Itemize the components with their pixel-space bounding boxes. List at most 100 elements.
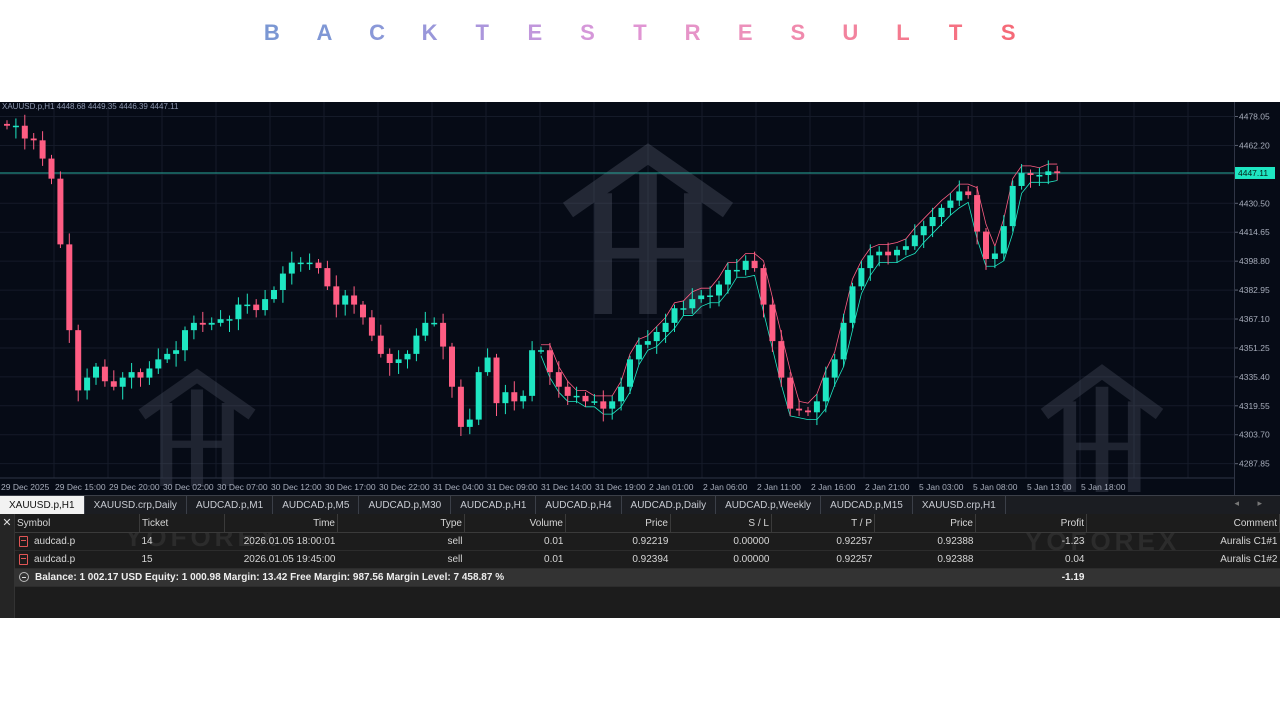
candle-body: [902, 246, 909, 250]
candle-body: [1036, 175, 1043, 177]
cell-type: sell: [337, 532, 465, 551]
candle-body: [422, 322, 429, 336]
candle-body: [840, 322, 847, 360]
candle-body: [404, 353, 411, 360]
cell-time: 2026.01.05 18:00:01: [224, 532, 338, 551]
time-axis-label: 5 Jan 03:00: [919, 482, 964, 492]
table-row[interactable]: audcad.p 14 2026.01.05 18:00:01 sell 0.01 0.9…: [15, 532, 1280, 551]
candle-body: [751, 260, 758, 269]
candle-body: [813, 401, 820, 413]
candle-body: [93, 366, 99, 378]
chart-tab[interactable]: AUDCAD.p,M30: [359, 496, 452, 514]
candle-body: [208, 322, 215, 325]
col-profit[interactable]: Profit: [975, 514, 1087, 533]
candle-body: [956, 191, 963, 201]
col-symbol[interactable]: Symbol: [15, 514, 140, 533]
time-axis-label: 31 Dec 14:00: [541, 482, 592, 492]
candle-body: [618, 386, 625, 402]
chart-canvas[interactable]: 29 Dec 2025 29 Dec 15:00 29 Dec 20:00 30 De…: [0, 102, 1280, 495]
title-letter: A: [316, 20, 333, 45]
time-axis-label: 2 Jan 16:00: [811, 482, 856, 492]
time-axis-label: 29 Dec 15:00: [55, 482, 106, 492]
cell-comment: Auralis C1#1: [1086, 532, 1280, 551]
col-tp[interactable]: T / P: [771, 514, 875, 533]
col-type[interactable]: Type: [337, 514, 465, 533]
candle-body: [199, 322, 206, 325]
candle-body: [520, 395, 527, 402]
trade-terminal: ✕ YOFOREX YOFOREX Symbol Ticket Time Typ…: [0, 514, 1280, 618]
candle-body: [84, 377, 91, 391]
col-price[interactable]: Price: [565, 514, 671, 533]
col-current-price[interactable]: Price: [874, 514, 976, 533]
time-axis-label: 2 Jan 01:00: [649, 482, 694, 492]
time-axis-label: 5 Jan 13:00: [1027, 482, 1072, 492]
cell-time: 2026.01.05 19:45:00: [224, 550, 338, 569]
title-letter: C: [369, 20, 385, 45]
time-axis-label: 2 Jan 11:00: [757, 482, 801, 492]
candle-body: [983, 231, 989, 259]
candle-body: [653, 331, 660, 342]
chart-tab[interactable]: XAUUSD.p,H1: [0, 496, 85, 514]
chart-tab[interactable]: AUDCAD.p,M15: [821, 496, 913, 514]
candle-body: [253, 304, 260, 311]
price-scale[interactable]: [1234, 102, 1280, 495]
title-letter: S: [580, 20, 595, 45]
account-summary-row[interactable]: Balance: 1 002.17 USD Equity: 1 000.98 M…: [15, 568, 1280, 587]
candle-body: [475, 372, 482, 420]
candle-body: [591, 401, 598, 403]
candle-body: [226, 319, 233, 321]
candle-body: [671, 308, 678, 323]
col-sl[interactable]: S / L: [670, 514, 772, 533]
chart-tab[interactable]: AUDCAD.p,M1: [187, 496, 274, 514]
col-comment[interactable]: Comment: [1086, 514, 1280, 533]
candle-body: [182, 330, 188, 351]
candle-body: [288, 262, 295, 274]
candle-body: [1000, 226, 1007, 254]
candle-body: [128, 372, 135, 378]
table-header-row: Symbol Ticket Time Type Volume Price S /…: [15, 514, 1280, 533]
chart-tab[interactable]: AUDCAD.p,Daily: [622, 496, 717, 514]
candle-body: [351, 295, 358, 305]
candle-body: [849, 286, 856, 323]
close-icon[interactable]: ✕: [0, 514, 15, 618]
time-axis-label: 5 Jan 18:00: [1081, 482, 1126, 492]
order-icon: [19, 535, 28, 547]
candle-body: [386, 353, 393, 364]
candle-body: [262, 299, 269, 311]
cell-symbol-text: audcad.p: [34, 554, 76, 566]
candle-body: [164, 353, 171, 360]
candle-body: [724, 269, 731, 285]
col-time[interactable]: Time: [224, 514, 338, 533]
candle-body: [57, 178, 64, 245]
chart-tab[interactable]: AUDCAD.p,M5: [273, 496, 360, 514]
candle-body: [155, 359, 162, 369]
candle-body: [911, 235, 918, 247]
chart-tab[interactable]: XAUUSD.crp,H1: [913, 496, 1006, 514]
chart-tab[interactable]: AUDCAD.p,Weekly: [716, 496, 822, 514]
cell-current: 0.92388: [874, 532, 976, 551]
account-summary: Balance: 1 002.17 USD Equity: 1 000.98 M…: [15, 568, 976, 587]
tab-scroll-arrows[interactable]: ◂ ▸: [1234, 498, 1270, 509]
order-icon: [19, 553, 28, 565]
price-chart[interactable]: 29 Dec 2025 29 Dec 15:00 29 Dec 20:00 30 De…: [0, 102, 1280, 495]
candle-body: [582, 395, 589, 402]
time-axis-label: 31 Dec 19:00: [595, 482, 646, 492]
candle-body: [244, 304, 251, 307]
candle-body: [538, 350, 544, 352]
cell-volume: 0.01: [464, 532, 566, 551]
table-row[interactable]: audcad.p 15 2026.01.05 19:45:00 sell 0.01 0.9…: [15, 550, 1280, 569]
candle-body: [929, 216, 936, 227]
chart-tab[interactable]: XAUUSD.crp,Daily: [85, 496, 187, 514]
candle-body: [662, 322, 669, 332]
candle-body: [511, 392, 518, 402]
col-ticket[interactable]: Ticket: [139, 514, 225, 533]
chart-tab[interactable]: AUDCAD.p,H4: [536, 496, 622, 514]
candle-body: [635, 344, 642, 360]
chart-tab[interactable]: AUDCAD.p,H1: [451, 496, 537, 514]
candle-body: [564, 386, 571, 396]
col-volume[interactable]: Volume: [464, 514, 566, 533]
candle-body: [449, 346, 455, 387]
collapse-icon[interactable]: [19, 572, 29, 583]
candle-body: [805, 410, 811, 413]
candle-body: [894, 249, 900, 256]
